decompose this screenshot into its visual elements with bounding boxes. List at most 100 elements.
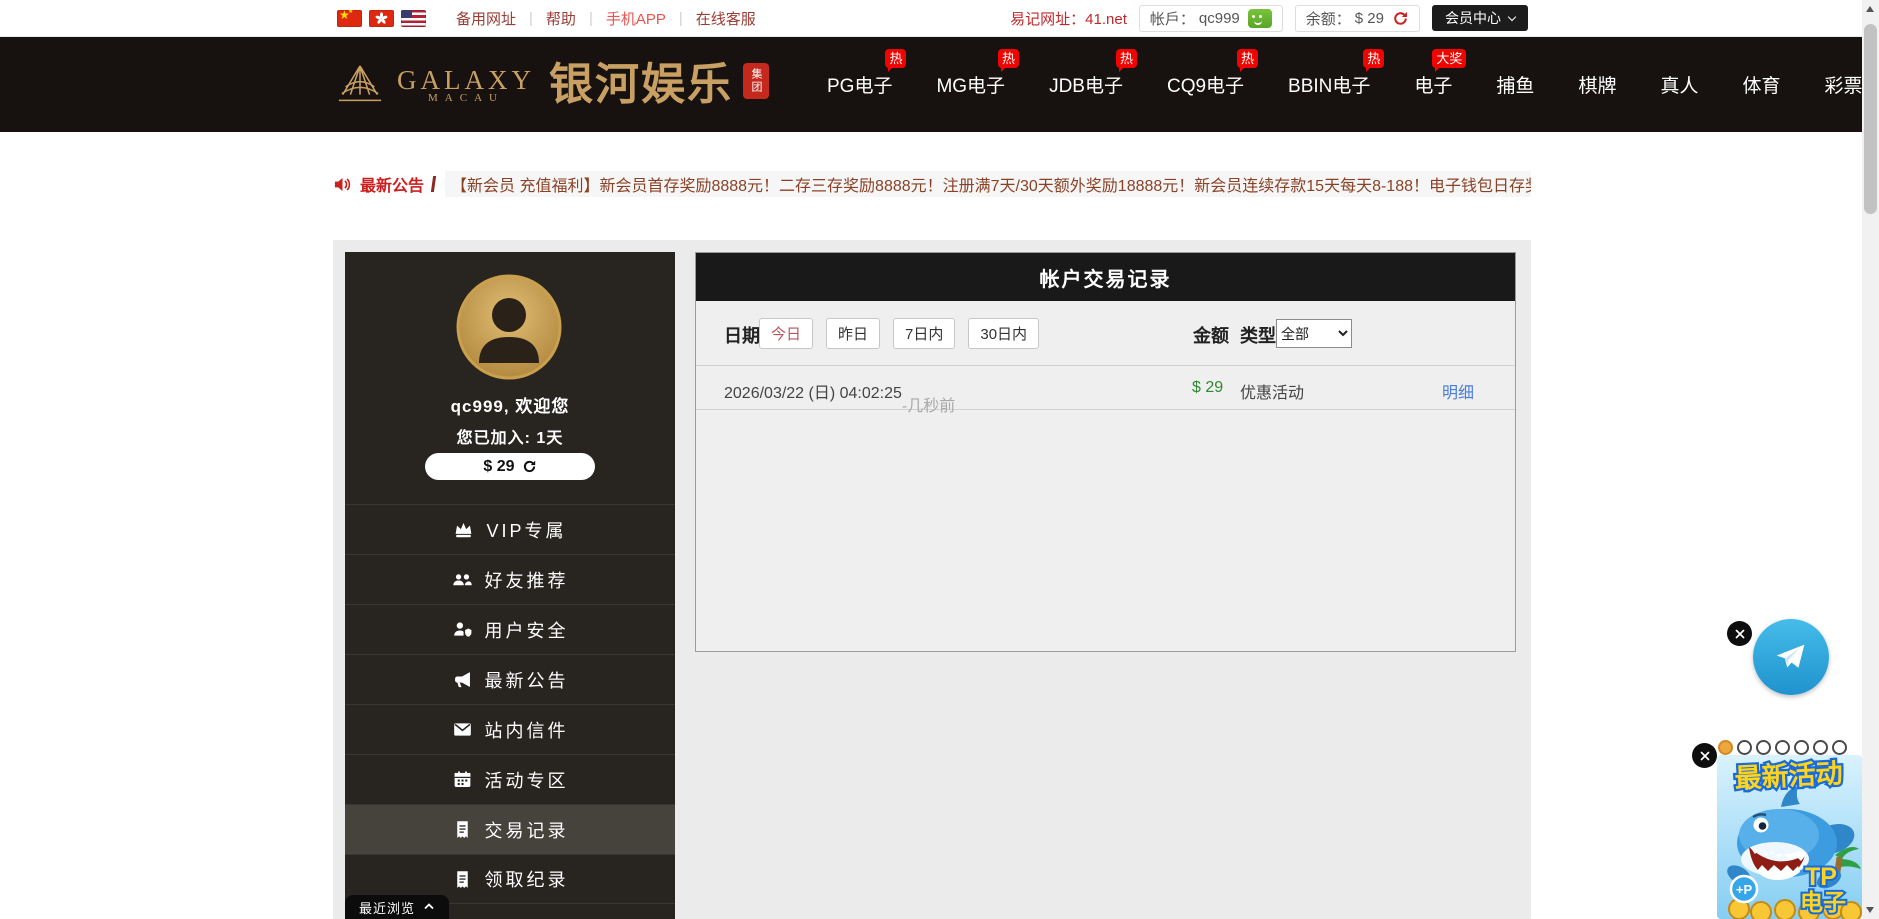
scrollbar-thumb[interactable] bbox=[1864, 24, 1877, 214]
welcome-text: qc999, 欢迎您 bbox=[345, 392, 675, 417]
topbar-link-3[interactable]: 手机APP bbox=[606, 8, 666, 29]
nav-item-棋牌[interactable]: 棋牌 bbox=[1578, 71, 1616, 98]
date-filter-7日内[interactable]: 7日内 bbox=[893, 318, 955, 349]
avatar bbox=[455, 273, 563, 381]
telegram-button[interactable] bbox=[1753, 619, 1829, 695]
sidebar-item-好友推荐[interactable]: 好友推荐 bbox=[345, 554, 675, 604]
calendar-icon bbox=[452, 769, 473, 790]
scroll-down-arrow[interactable] bbox=[1866, 907, 1874, 913]
sidebar-item-label: 活动专区 bbox=[485, 767, 569, 793]
refresh-icon[interactable] bbox=[1392, 10, 1409, 27]
china-flag-icon[interactable]: ★★ bbox=[337, 10, 362, 27]
sidebar-item-label: VIP专属 bbox=[486, 517, 566, 543]
transaction-detail-link[interactable]: 明细 bbox=[1442, 379, 1474, 403]
hongkong-flag-icon[interactable] bbox=[369, 10, 394, 27]
chevron-down-icon bbox=[1508, 12, 1516, 20]
transaction-datetime: 2026/03/22 (日) 04:02:25 -几秒前 bbox=[724, 379, 902, 403]
nav-item-体育[interactable]: 体育 bbox=[1742, 71, 1780, 98]
sidebar-item-label: 交易记录 bbox=[485, 817, 569, 843]
transaction-amount: $ 29 bbox=[1192, 379, 1223, 397]
chevron-up-icon bbox=[423, 901, 435, 913]
announcement-label[interactable]: 最新公告 bbox=[360, 172, 424, 196]
sidebar-item-label: 用户安全 bbox=[485, 617, 569, 643]
close-icon bbox=[1699, 750, 1711, 762]
telegram-icon bbox=[1770, 636, 1812, 678]
promo-p-logo: +P bbox=[1736, 882, 1753, 897]
date-filter-30日内[interactable]: 30日内 bbox=[968, 318, 1039, 349]
account-value: qc999 bbox=[1199, 10, 1240, 27]
sidebar-item-label: 好友推荐 bbox=[485, 567, 569, 593]
nav-item-PG电子[interactable]: PG电子热 bbox=[827, 71, 892, 98]
user-shield-icon bbox=[452, 619, 473, 640]
promo-banner-image[interactable]: +P 最新活动 TP 电子 bbox=[1717, 755, 1862, 919]
panel-title: 帐户交易记录 bbox=[696, 253, 1515, 301]
nav-item-彩票[interactable]: 彩票 bbox=[1824, 71, 1862, 98]
promo-close-button[interactable] bbox=[1692, 743, 1717, 768]
topbar-link-4[interactable]: 在线客服 bbox=[696, 8, 756, 29]
promo-dot-7[interactable] bbox=[1832, 740, 1847, 755]
scroll-up-arrow[interactable] bbox=[1866, 6, 1874, 12]
promo-dot-2[interactable] bbox=[1737, 740, 1752, 755]
promo-dot-5[interactable] bbox=[1794, 740, 1809, 755]
nav-item-真人[interactable]: 真人 bbox=[1660, 71, 1698, 98]
scrollbar bbox=[1862, 0, 1879, 919]
balance-pill-button[interactable]: $ 29 bbox=[425, 453, 595, 480]
receipt-icon bbox=[452, 819, 473, 840]
topbar-link-1[interactable]: 备用网址 bbox=[456, 8, 516, 29]
promo-title: 最新活动 bbox=[1734, 757, 1843, 794]
sidebar-item-最新公告[interactable]: 最新公告 bbox=[345, 654, 675, 704]
date-filter-今日[interactable]: 今日 bbox=[759, 318, 813, 349]
usa-flag-icon[interactable] bbox=[401, 10, 426, 27]
nav-item-捕鱼[interactable]: 捕鱼 bbox=[1496, 71, 1534, 98]
transaction-relative-time: -几秒前 bbox=[902, 392, 955, 416]
close-icon bbox=[1734, 628, 1746, 640]
nav-item-MG电子[interactable]: MG电子热 bbox=[936, 71, 1005, 98]
announcement-marquee[interactable]: 【新会员 充值福利】新会员首存奖励8888元！二存三存奖励8888元！注册满7天… bbox=[445, 171, 1531, 197]
nav-item-电子[interactable]: 电子大奖 bbox=[1414, 71, 1452, 98]
joined-days-text: 您已加入: 1天 bbox=[345, 424, 675, 448]
nav-badge: 热 bbox=[1363, 49, 1384, 68]
sidebar-item-用户安全[interactable]: 用户安全 bbox=[345, 604, 675, 654]
speaker-icon bbox=[333, 175, 352, 194]
date-filter-label: 日期 bbox=[724, 322, 760, 348]
transaction-type: 优惠活动 bbox=[1240, 379, 1304, 403]
telegram-close-button[interactable] bbox=[1727, 621, 1752, 646]
nav-item-CQ9电子[interactable]: CQ9电子热 bbox=[1167, 71, 1244, 98]
sidebar-item-交易记录[interactable]: 交易记录 bbox=[345, 804, 675, 854]
date-filter-昨日[interactable]: 昨日 bbox=[826, 318, 880, 349]
member-center-button[interactable]: 会员中心 bbox=[1432, 5, 1528, 31]
nav-item-JDB电子[interactable]: JDB电子热 bbox=[1049, 71, 1123, 98]
promo-dot-4[interactable] bbox=[1775, 740, 1790, 755]
sidebar-item-站内信件[interactable]: 站内信件 bbox=[345, 704, 675, 754]
sidebar-item-VIP专属[interactable]: VIP专属 bbox=[345, 504, 675, 554]
promo-dot-6[interactable] bbox=[1813, 740, 1828, 755]
balance-box: 余额：$ 29 bbox=[1295, 5, 1420, 32]
chat-icon[interactable] bbox=[1248, 9, 1272, 28]
logo-chinese-text: 银河娱乐 bbox=[549, 63, 733, 107]
promo-dot-1[interactable] bbox=[1718, 740, 1733, 755]
sidebar-item-label: 领取纪录 bbox=[485, 866, 569, 892]
nav-item-BBIN电子[interactable]: BBIN电子热 bbox=[1288, 71, 1370, 98]
separator: | bbox=[679, 10, 683, 27]
promo-tp-text: TP bbox=[1805, 863, 1837, 891]
users-icon bbox=[452, 569, 473, 590]
site-logo[interactable]: GALAXY MACAU 银河娱乐 集团 bbox=[331, 62, 769, 108]
promo-dianzi-text: 电子 bbox=[1800, 889, 1846, 915]
logo-galaxy-text: GALAXY bbox=[397, 67, 535, 93]
megaphone-icon bbox=[452, 669, 473, 690]
promo-dot-3[interactable] bbox=[1756, 740, 1771, 755]
memorable-url: 易记网址：41.net bbox=[1010, 8, 1127, 29]
recent-browse-badge[interactable]: 最近浏览 bbox=[345, 895, 449, 919]
type-select[interactable]: 全部 bbox=[1276, 319, 1352, 348]
galaxy-emblem-icon bbox=[331, 62, 389, 108]
language-flags: ★★ bbox=[337, 10, 426, 27]
amount-column-label: 金额 bbox=[1193, 322, 1229, 348]
separator: | bbox=[529, 10, 533, 27]
main-nav: GALAXY MACAU 银河娱乐 集团 PG电子热 MG电子热 JDB电子热 CQ9… bbox=[0, 37, 1862, 132]
nav-menu: PG电子热 MG电子热 JDB电子热 CQ9电子热 BBIN电子热 电子大奖 捕鱼 棋牌 真人 体… bbox=[805, 71, 1879, 98]
content-area: qc999, 欢迎您 您已加入: 1天 $ 29 VIP专属好友推荐用户安全最新… bbox=[333, 240, 1531, 919]
sidebar-item-活动专区[interactable]: 活动专区 bbox=[345, 754, 675, 804]
announcement-divider bbox=[431, 176, 436, 192]
topbar-link-2[interactable]: 帮助 bbox=[546, 8, 576, 29]
type-column-label: 类型 bbox=[1240, 322, 1276, 348]
